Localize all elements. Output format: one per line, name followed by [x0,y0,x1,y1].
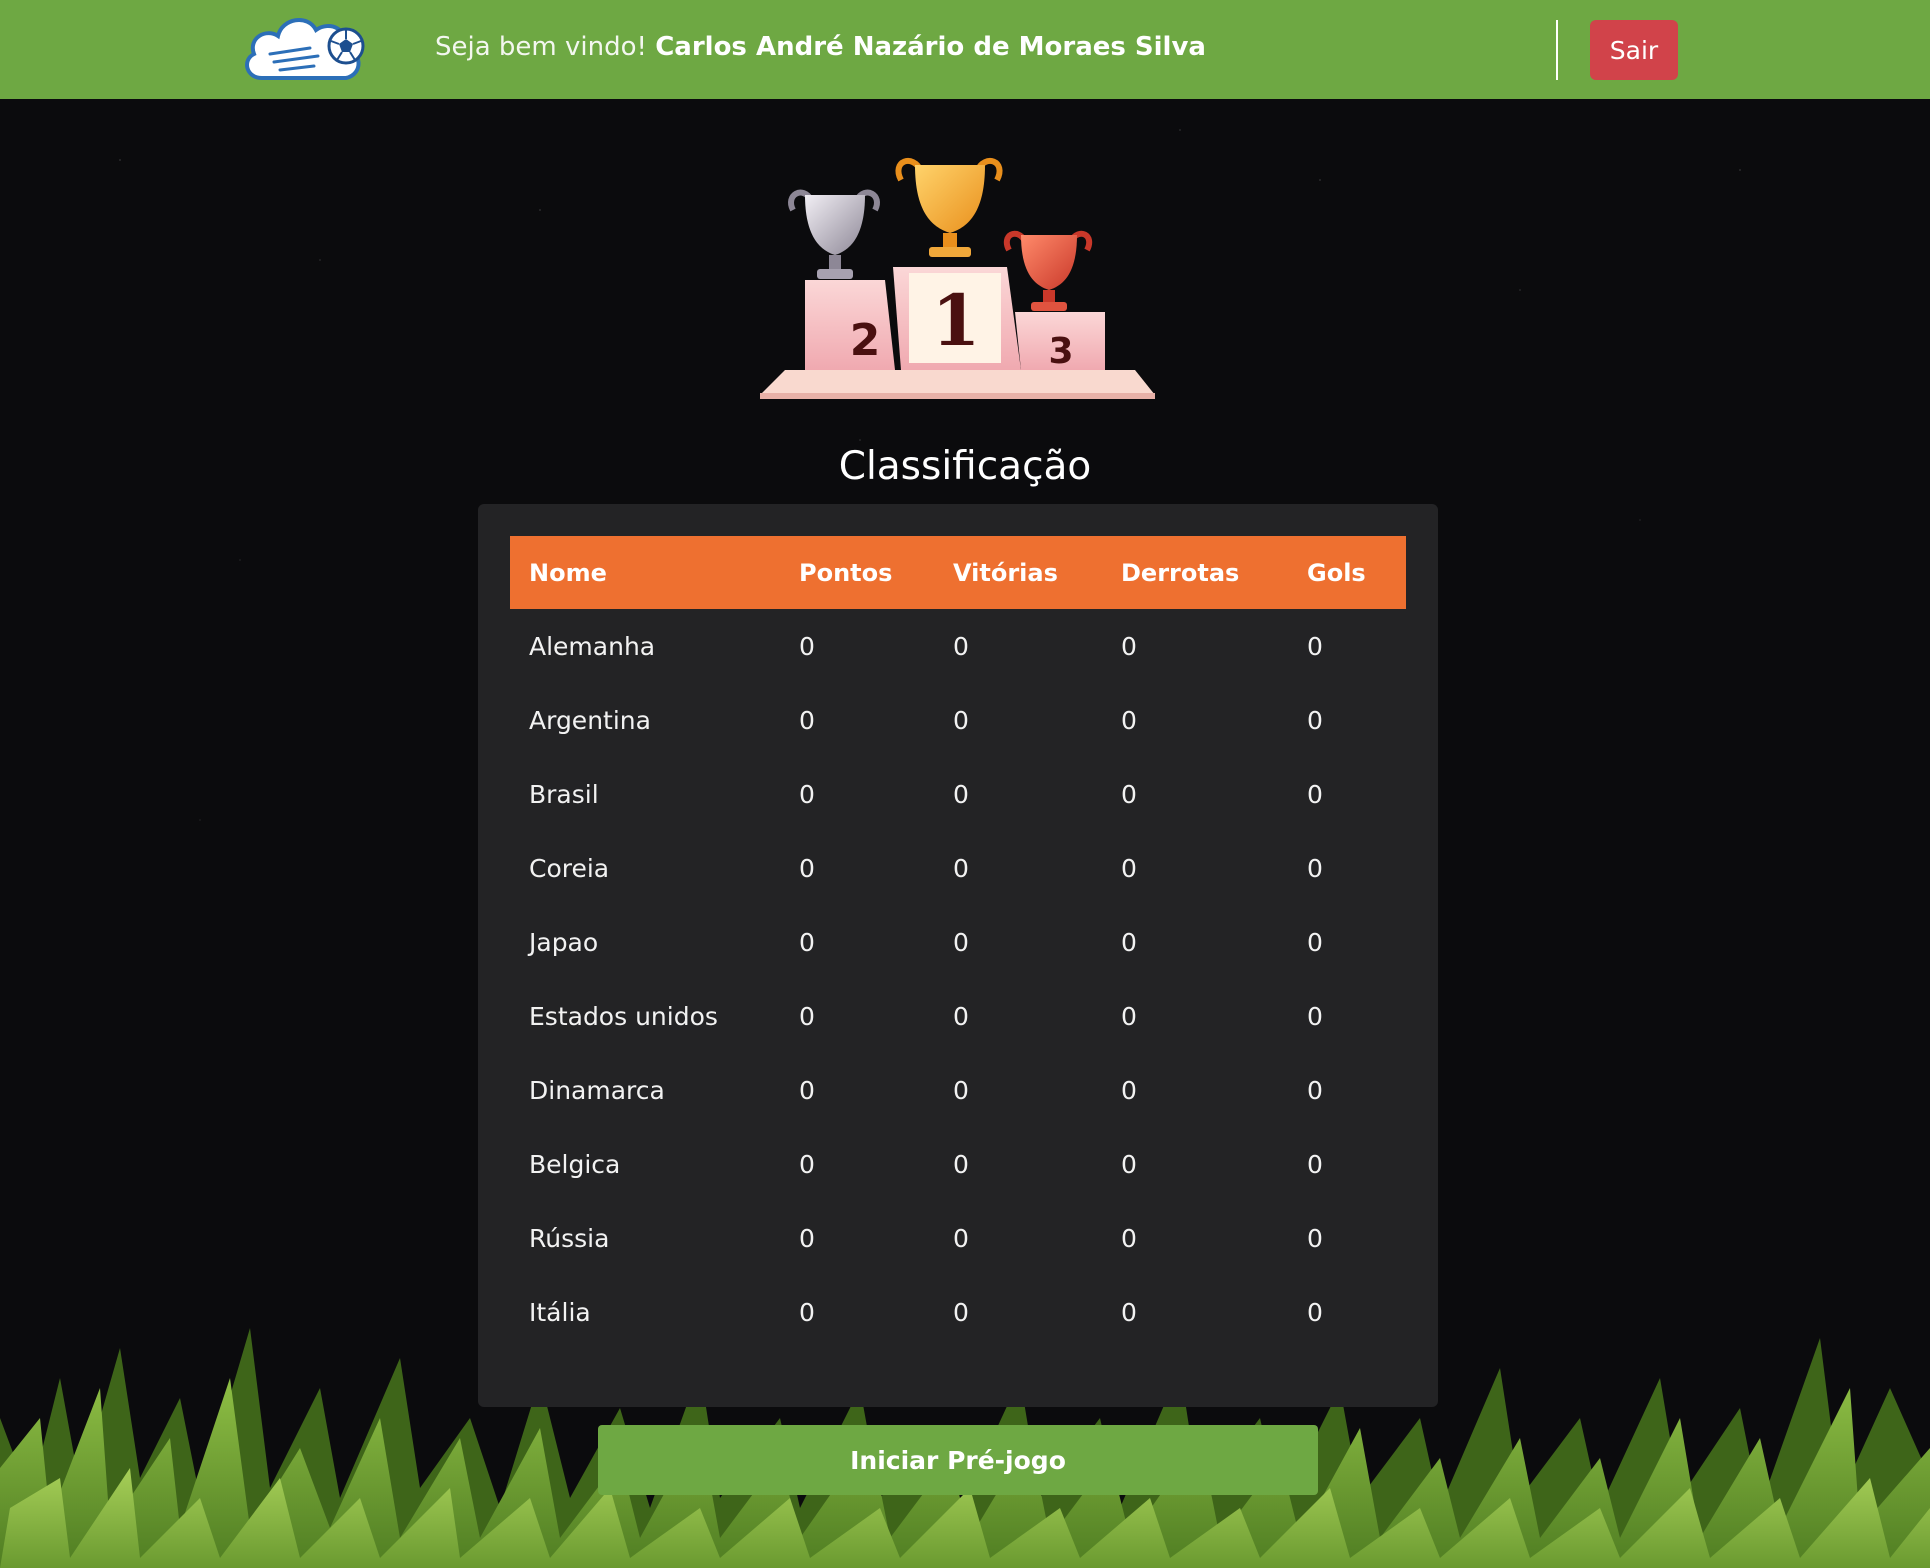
cell-goals: 0 [1307,1223,1323,1253]
cell-points: 0 [799,1001,815,1031]
table-row: Japao 0 0 0 0 [510,905,1406,979]
logout-button[interactable]: Sair [1590,20,1678,80]
username: Carlos André Nazário de Moraes Silva [655,32,1206,62]
cell-name: Estados unidos [529,1001,718,1031]
column-header-points: Pontos [799,558,893,587]
cell-goals: 0 [1307,853,1323,883]
cell-wins: 0 [953,1075,969,1105]
top-header: Seja bem vindo! Carlos André Nazário de … [0,0,1930,99]
cell-wins: 0 [953,853,969,883]
podium-place-3: 3 [1048,331,1073,372]
cell-wins: 0 [953,1149,969,1179]
page-title: Classificação [838,444,1092,489]
table-row: Estados unidos 0 0 0 0 [510,979,1406,1053]
cell-name: Brasil [529,779,599,809]
cell-losses: 0 [1121,1297,1137,1327]
table-header-row: Nome Pontos Vitórias Derrotas Gols [510,536,1406,609]
cell-losses: 0 [1121,927,1137,957]
cell-wins: 0 [953,927,969,957]
cell-losses: 0 [1121,631,1137,661]
trophy-podium-icon: 2 1 3 [760,158,1155,399]
table-row: Belgica 0 0 0 0 [510,1127,1406,1201]
cell-losses: 0 [1121,779,1137,809]
cell-name: Argentina [529,705,651,735]
cell-goals: 0 [1307,779,1323,809]
podium-place-1: 1 [932,279,981,362]
column-header-wins: Vitórias [953,558,1058,587]
cell-goals: 0 [1307,631,1323,661]
cell-name: Alemanha [529,631,656,661]
cell-points: 0 [799,853,815,883]
cell-wins: 0 [953,779,969,809]
cell-points: 0 [799,927,815,957]
cell-points: 0 [799,631,815,661]
cell-wins: 0 [953,705,969,735]
cell-name: Dinamarca [529,1075,665,1105]
column-header-goals: Gols [1307,558,1366,587]
cell-name: Coreia [529,853,610,883]
cell-goals: 0 [1307,927,1323,957]
cell-losses: 0 [1121,1001,1137,1031]
table-row: Alemanha 0 0 0 0 [510,609,1406,683]
cell-goals: 0 [1307,1075,1323,1105]
column-header-name: Nome [529,558,607,587]
table-row: Dinamarca 0 0 0 0 [510,1053,1406,1127]
cell-goals: 0 [1307,705,1323,735]
cell-wins: 0 [953,631,969,661]
standings-card: Nome Pontos Vitórias Derrotas Gols Alemanha 0… [478,504,1438,1407]
cell-losses: 0 [1121,853,1137,883]
cell-losses: 0 [1121,1149,1137,1179]
cloud-soccer-ball-logo-icon[interactable] [240,8,372,90]
cell-goals: 0 [1307,1297,1323,1327]
table-row: Rússia 0 0 0 0 [510,1201,1406,1275]
cell-points: 0 [799,1297,815,1327]
column-header-losses: Derrotas [1121,558,1240,587]
cell-points: 0 [799,1149,815,1179]
cell-losses: 0 [1121,1223,1137,1253]
table-row: Coreia 0 0 0 0 [510,831,1406,905]
header-divider [1556,20,1558,80]
cell-points: 0 [799,1223,815,1253]
cell-points: 0 [799,779,815,809]
podium-place-2: 2 [850,315,881,366]
table-row: Argentina 0 0 0 0 [510,683,1406,757]
standings-table: Nome Pontos Vitórias Derrotas Gols Alemanha 0… [510,536,1406,1349]
cell-goals: 0 [1307,1149,1323,1179]
cell-wins: 0 [953,1001,969,1031]
table-body: Alemanha 0 0 0 0 Argentina 0 0 0 0 Brasil 0 0 0 0 Corei… [510,609,1406,1349]
cell-name: Itália [529,1297,591,1327]
cell-name: Belgica [529,1149,621,1179]
table-row: Brasil 0 0 0 0 [510,757,1406,831]
table-row: Itália 0 0 0 0 [510,1275,1406,1349]
cell-wins: 0 [953,1297,969,1327]
cell-wins: 0 [953,1223,969,1253]
cell-name: Japao [529,927,599,957]
welcome-message: Seja bem vindo! Carlos André Nazário de … [435,32,1206,62]
cell-losses: 0 [1121,1075,1137,1105]
cell-losses: 0 [1121,705,1137,735]
cell-name: Rússia [529,1223,610,1253]
welcome-prefix: Seja bem vindo! [435,32,647,62]
start-pregame-button[interactable]: Iniciar Pré-jogo [598,1425,1318,1495]
cell-points: 0 [799,705,815,735]
cell-points: 0 [799,1075,815,1105]
cell-goals: 0 [1307,1001,1323,1031]
